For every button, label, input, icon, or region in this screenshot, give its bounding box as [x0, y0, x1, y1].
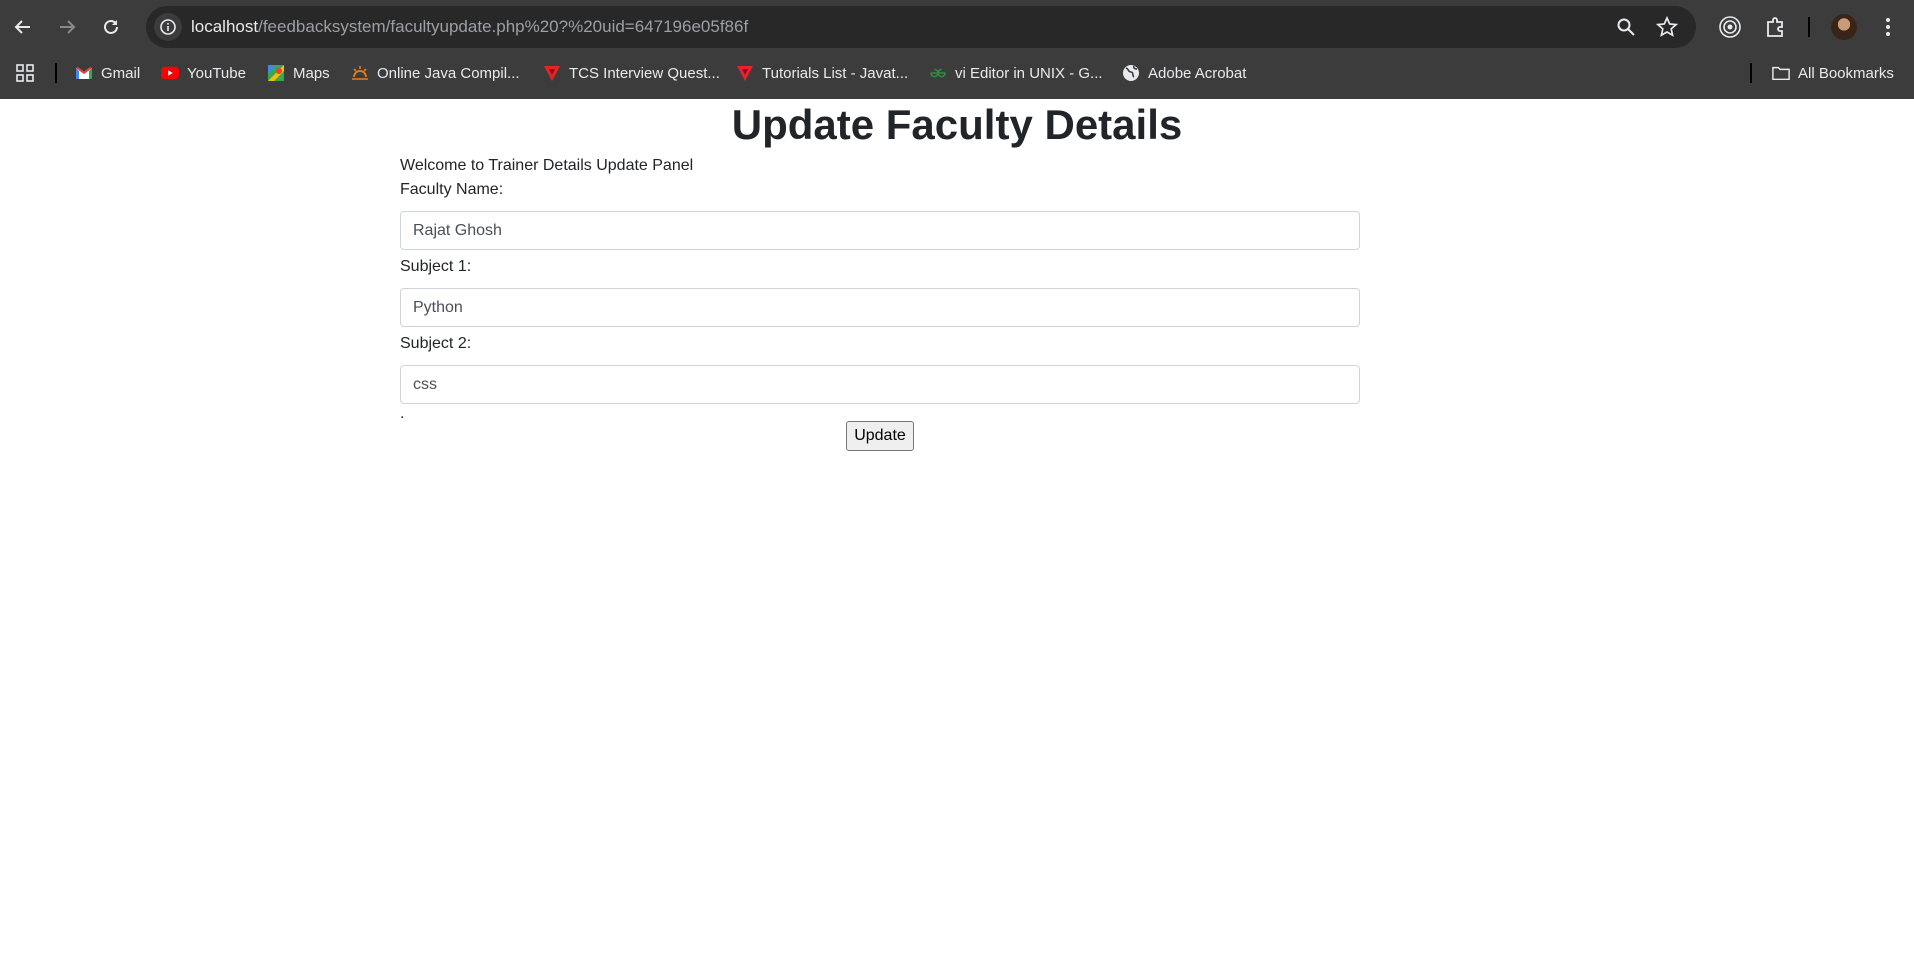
bookmark-label: Gmail — [101, 64, 141, 82]
address-bar[interactable]: localhost/feedbacksystem/facultyupdate.p… — [146, 6, 1696, 48]
geeks-icon — [929, 64, 947, 82]
extensions-button[interactable] — [1763, 14, 1789, 40]
stray-text: . — [400, 405, 405, 422]
bookmark-youtube[interactable]: YouTube — [161, 55, 246, 91]
forward-button[interactable] — [49, 10, 85, 44]
faculty-name-label: Faculty Name: — [400, 181, 504, 198]
browser-chrome: localhost/feedbacksystem/facultyupdate.p… — [0, 0, 1914, 99]
reload-button[interactable] — [93, 10, 129, 44]
all-bookmarks-label: All Bookmarks — [1798, 64, 1894, 82]
button-row: Update — [400, 421, 1360, 451]
page-title: Update Faculty Details — [731, 101, 1183, 148]
bookmark-label: Online Java Compil... — [377, 64, 520, 82]
subject2-label: Subject 2: — [400, 335, 472, 352]
sunrise-icon — [351, 64, 369, 82]
bookmark-vi-editor[interactable]: vi Editor in UNIX - G... — [929, 55, 1103, 91]
apps-button[interactable] — [16, 55, 34, 91]
welcome-text: Welcome to Trainer Details Update Panel — [400, 157, 694, 174]
update-button[interactable]: Update — [846, 421, 914, 451]
bookmark-label: vi Editor in UNIX - G... — [955, 64, 1103, 82]
site-info-button[interactable] — [154, 13, 182, 41]
apps-grid-icon — [16, 64, 34, 82]
tcs-icon — [543, 64, 561, 82]
gmail-icon — [75, 64, 93, 82]
bookmarks-divider-right — [1750, 63, 1752, 83]
zoom-icon — [1617, 18, 1635, 36]
javatpoint-icon — [736, 64, 754, 82]
subject2-input[interactable] — [400, 365, 1360, 404]
youtube-icon — [161, 64, 179, 82]
info-icon — [160, 19, 176, 35]
arrow-right-icon — [60, 20, 76, 34]
bookmark-online-java[interactable]: Online Java Compil... — [351, 55, 520, 91]
subject1-label: Subject 1: — [400, 258, 472, 275]
bookmark-gmail[interactable]: Gmail — [75, 55, 140, 91]
url-host: localhost — [191, 17, 259, 36]
bookmark-label: Adobe Acrobat — [1148, 64, 1247, 82]
bookmark-maps[interactable]: Maps — [267, 55, 330, 91]
subject1-input[interactable] — [400, 288, 1360, 327]
bookmark-label: Tutorials List - Javat... — [762, 64, 909, 82]
bookmarks-bar: Gmail YouTube Maps Online Java Compil...… — [0, 55, 1914, 99]
bookmark-label: YouTube — [187, 64, 246, 82]
more-vert-icon — [1886, 18, 1890, 36]
faculty-name-input[interactable] — [400, 211, 1360, 250]
toolbar-divider — [1808, 17, 1810, 37]
reload-icon — [104, 19, 118, 34]
browser-menu-button[interactable] — [1875, 14, 1901, 40]
bookmark-label: Maps — [293, 64, 330, 82]
bookmark-javatpoint[interactable]: Tutorials List - Javat... — [736, 55, 908, 91]
star-icon — [1656, 16, 1678, 37]
bookmark-tcs[interactable]: TCS Interview Quest... — [543, 55, 720, 91]
bookmarks-divider — [55, 63, 57, 83]
target-icon — [1719, 16, 1741, 38]
page-content: Update Faculty Details Welcome to Traine… — [0, 99, 1914, 955]
folder-icon — [1772, 64, 1790, 82]
arrow-left-icon — [14, 20, 30, 34]
url-text[interactable]: localhost/feedbacksystem/facultyupdate.p… — [191, 6, 748, 48]
globe-icon — [1122, 64, 1140, 82]
browser-toolbar: localhost/feedbacksystem/facultyupdate.p… — [0, 0, 1914, 55]
puzzle-icon — [1767, 17, 1783, 37]
bookmark-label: TCS Interview Quest... — [569, 64, 720, 82]
zoom-button[interactable] — [1615, 16, 1637, 38]
url-path: /feedbacksystem/facultyupdate.php%20?%20… — [258, 17, 749, 36]
all-bookmarks-button[interactable]: All Bookmarks — [1772, 55, 1894, 91]
faculty-update-form: Welcome to Trainer Details Update Panel … — [400, 154, 1360, 451]
media-button[interactable] — [1717, 14, 1743, 40]
profile-avatar[interactable] — [1831, 14, 1857, 40]
back-button[interactable] — [5, 10, 41, 44]
bookmark-adobe-acrobat[interactable]: Adobe Acrobat — [1122, 55, 1246, 91]
bookmark-star-button[interactable] — [1656, 16, 1678, 38]
maps-icon — [267, 64, 285, 82]
